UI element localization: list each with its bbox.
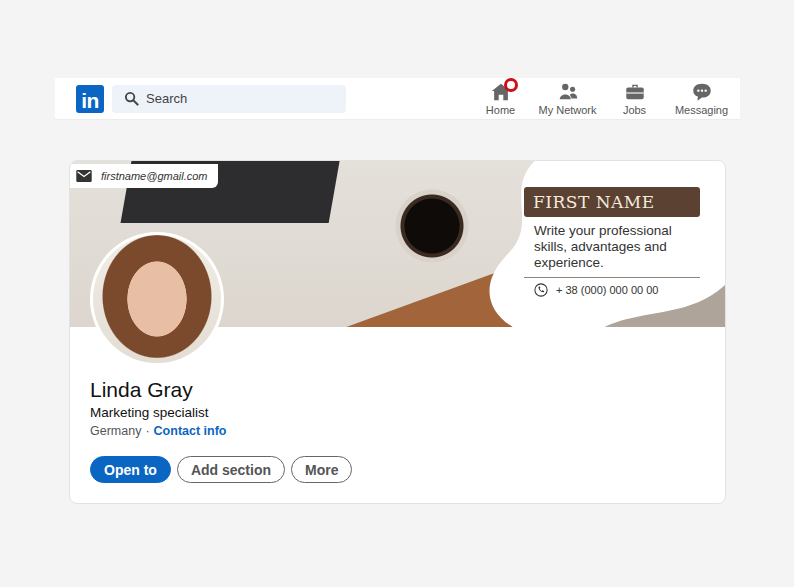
banner-info-panel: FIRST NAME Write your professional skill… bbox=[524, 161, 700, 327]
jobs-icon bbox=[624, 81, 646, 103]
network-icon bbox=[557, 81, 579, 103]
nav-item[interactable]: Jobs bbox=[601, 79, 668, 118]
email-text: firstname@gmail.com bbox=[101, 170, 208, 182]
top-bar: in Search Home My Network Jobs Messaging bbox=[55, 78, 740, 120]
action-button[interactable]: Add section bbox=[177, 456, 285, 483]
messaging-icon bbox=[691, 81, 713, 103]
separator: · bbox=[145, 424, 149, 438]
profile-headline: Marketing specialist bbox=[90, 405, 705, 420]
profile-actions: Open toAdd sectionMore bbox=[90, 456, 705, 483]
location-text: Germany bbox=[90, 424, 141, 438]
action-button[interactable]: Open to bbox=[90, 456, 171, 483]
search-icon bbox=[124, 91, 139, 106]
nav-label: My Network bbox=[538, 104, 596, 116]
profile-card: firstname@gmail.com FIRST NAME Write you… bbox=[69, 160, 726, 504]
notification-badge bbox=[504, 78, 518, 92]
phone-icon bbox=[534, 283, 548, 297]
profile-photo[interactable] bbox=[90, 232, 224, 366]
nav-item[interactable]: My Network bbox=[534, 79, 601, 118]
phone-row: + 38 (000) 000 00 00 bbox=[534, 283, 700, 297]
main-nav: Home My Network Jobs Messaging bbox=[467, 79, 740, 118]
action-button[interactable]: More bbox=[291, 456, 352, 483]
email-chip[interactable]: firstname@gmail.com bbox=[70, 164, 218, 188]
search-placeholder: Search bbox=[146, 91, 187, 106]
profile-name: Linda Gray bbox=[90, 377, 705, 403]
linkedin-logo[interactable]: in bbox=[76, 85, 104, 113]
nav-label: Messaging bbox=[675, 104, 728, 116]
contact-info-link[interactable]: Contact info bbox=[154, 424, 227, 438]
nav-label: Home bbox=[486, 104, 515, 116]
search-field[interactable]: Search bbox=[112, 85, 346, 113]
banner-title: FIRST NAME bbox=[524, 187, 700, 217]
page: in Search Home My Network Jobs Messaging… bbox=[0, 0, 794, 587]
nav-item[interactable]: Home bbox=[467, 79, 534, 118]
mail-icon bbox=[76, 170, 92, 182]
phone-text: + 38 (000) 000 00 00 bbox=[556, 284, 658, 296]
nav-label: Jobs bbox=[623, 104, 646, 116]
nav-item[interactable]: Messaging bbox=[668, 79, 735, 118]
profile-location: Germany · Contact info bbox=[90, 424, 705, 438]
banner-text: Write your professional skills, advantag… bbox=[534, 223, 700, 271]
